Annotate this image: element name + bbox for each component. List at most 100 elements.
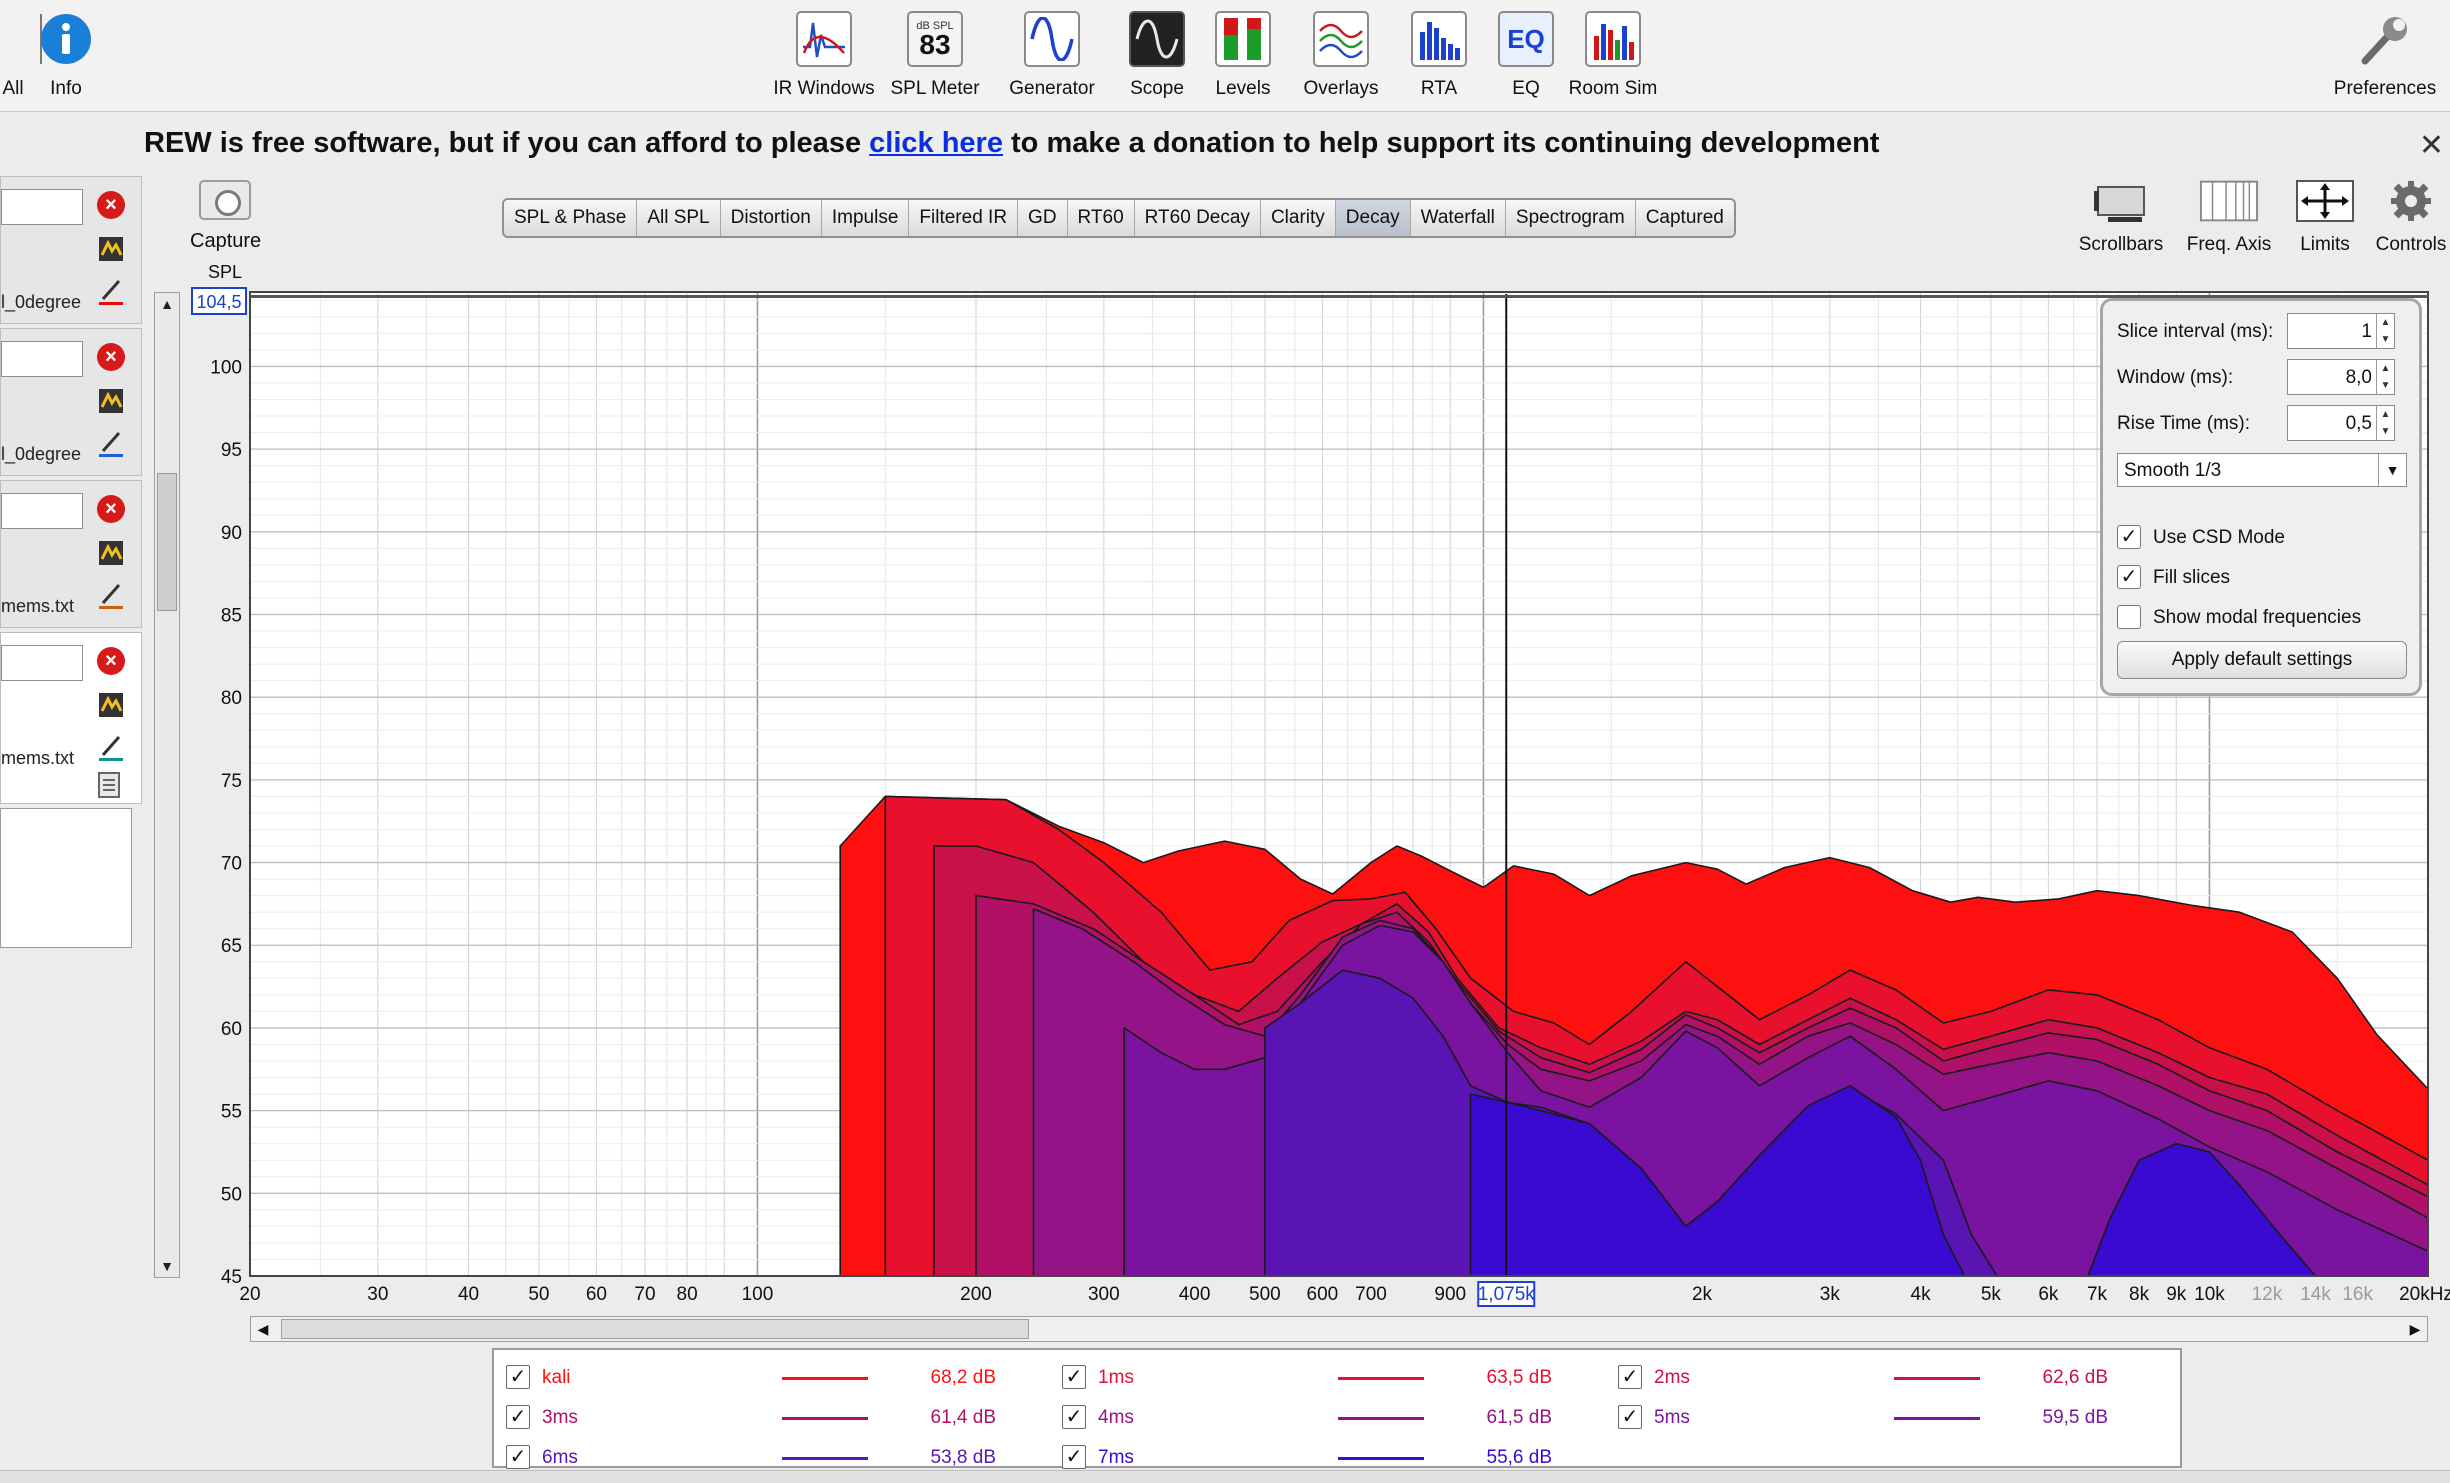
y-tick-label: 80 (221, 688, 242, 709)
x-tick-label: 3k (1820, 1284, 1841, 1305)
fill-slices-checkbox[interactable]: ✓ (2117, 565, 2141, 589)
cursor-frequency-readout: 1,075k (1478, 1284, 1536, 1305)
legend-line-swatch[interactable] (1338, 1416, 1424, 1420)
y-tick-label: 85 (221, 605, 242, 626)
x-tick-label: 40 (458, 1284, 479, 1305)
x-tick-label: 700 (1355, 1284, 1387, 1305)
show-modal-checkbox[interactable] (2117, 605, 2141, 629)
x-tick-label: 20kHz (2399, 1284, 2450, 1305)
legend-value: 63,5 dB (1486, 1366, 1553, 1388)
rise-time-value: 0,5 (2345, 413, 2372, 434)
legend-checkbox[interactable]: ✓ (506, 1404, 530, 1429)
scroll-left-icon[interactable]: ◀ (251, 1317, 275, 1341)
y-tick-label: 55 (221, 1102, 242, 1123)
window-field[interactable]: 8,0 ▲ ▼ (2287, 359, 2395, 395)
y-tick-label: 60 (221, 1019, 242, 1040)
legend-series-name: 7ms (1098, 1447, 1134, 1469)
y-tick-label: 90 (221, 523, 242, 544)
rise-time-label: Rise Time (ms): (2117, 413, 2250, 434)
legend-checkbox[interactable]: ✓ (1062, 1445, 1086, 1470)
status-bar (0, 1470, 2450, 1483)
x-tick-label: 900 (1434, 1284, 1466, 1305)
legend-line-swatch[interactable] (782, 1376, 868, 1380)
x-tick-label: 70 (634, 1284, 655, 1305)
rise-time-field[interactable]: 0,5 ▲ ▼ (2287, 405, 2395, 441)
y-tick-label: 70 (221, 854, 242, 875)
x-tick-label: 12k (2252, 1284, 2283, 1305)
legend-checkbox[interactable]: ✓ (506, 1445, 530, 1470)
x-tick-label: 200 (960, 1284, 992, 1305)
x-tick-label: 20 (239, 1284, 260, 1305)
legend-value: 61,5 dB (1486, 1406, 1553, 1428)
x-tick-label: 7k (2087, 1284, 2108, 1305)
slice-interval-value: 1 (2361, 321, 2372, 342)
legend-series-name: 6ms (542, 1447, 578, 1469)
x-tick-label: 14k (2300, 1284, 2331, 1305)
legend-value: 53,8 dB (930, 1447, 997, 1469)
x-tick-label: 600 (1307, 1284, 1339, 1305)
legend-checkbox[interactable]: ✓ (1618, 1364, 1642, 1389)
legend-line-swatch[interactable] (1338, 1457, 1424, 1461)
smoothing-value: Smooth 1/3 (2124, 460, 2222, 481)
y-tick-label: 65 (221, 936, 242, 957)
legend-checkbox[interactable]: ✓ (1062, 1364, 1086, 1389)
x-tick-label: 400 (1179, 1284, 1211, 1305)
use-csd-checkbox[interactable]: ✓ (2117, 525, 2141, 549)
x-tick-label: 4k (1911, 1284, 1932, 1305)
x-tick-label: 300 (1088, 1284, 1120, 1305)
legend-line-swatch[interactable] (782, 1416, 868, 1420)
legend-checkbox[interactable]: ✓ (506, 1364, 530, 1389)
legend-series-name: 2ms (1654, 1366, 1690, 1388)
x-tick-label: 6k (2038, 1284, 2059, 1305)
slice-interval-label: Slice interval (ms): (2117, 321, 2274, 342)
x-tick-label: 500 (1249, 1284, 1281, 1305)
y-tick-label: 75 (221, 771, 242, 792)
y-tick-label: 100 (210, 357, 242, 378)
legend-series-name: 3ms (542, 1406, 578, 1428)
legend-checkbox[interactable]: ✓ (1618, 1404, 1642, 1429)
slice-interval-spinner-icon[interactable]: ▲ ▼ (2376, 314, 2394, 348)
show-modal-label: Show modal frequencies (2153, 607, 2362, 628)
legend-value: 61,4 dB (930, 1406, 997, 1428)
x-tick-label: 2k (1692, 1284, 1713, 1305)
x-tick-label: 9k (2166, 1284, 2187, 1305)
y-top-readout: 104,5 (196, 292, 241, 312)
legend-series-name: 5ms (1654, 1406, 1690, 1428)
horizontal-scrollbar[interactable]: ◀ ▶ (250, 1316, 2428, 1342)
legend-value: 59,5 dB (2042, 1406, 2109, 1428)
x-tick-label: 30 (367, 1284, 388, 1305)
x-tick-label: 80 (677, 1284, 698, 1305)
legend-checkbox[interactable]: ✓ (1062, 1404, 1086, 1429)
legend-series-name: kali (542, 1366, 571, 1388)
apply-default-settings-button[interactable]: Apply default settings (2117, 641, 2407, 679)
horizontal-scroll-thumb[interactable] (281, 1319, 1029, 1339)
legend-value: 68,2 dB (930, 1366, 997, 1388)
rise-time-spinner-icon[interactable]: ▲ ▼ (2376, 406, 2394, 440)
legend-value: 62,6 dB (2042, 1366, 2109, 1388)
use-csd-label: Use CSD Mode (2153, 527, 2285, 548)
smoothing-select[interactable]: Smooth 1/3 ▼ (2117, 453, 2407, 487)
plot-top-border (250, 295, 2428, 298)
window-spinner-icon[interactable]: ▲ ▼ (2376, 360, 2394, 394)
legend-line-swatch[interactable] (1338, 1376, 1424, 1380)
y-tick-label: 95 (221, 440, 242, 461)
x-tick-label: 100 (742, 1284, 774, 1305)
legend-value: 55,6 dB (1486, 1447, 1553, 1469)
y-tick-label: 50 (221, 1184, 242, 1205)
decay-graph[interactable]: 20 30 40 50 60 70 80 100 200 300 400 500 600 700 900 1,… (0, 0, 2450, 1360)
fill-slices-label: Fill slices (2153, 567, 2231, 588)
x-tick-label: 16k (2342, 1284, 2373, 1305)
x-tick-label: 8k (2129, 1284, 2150, 1305)
legend-series-name: 4ms (1098, 1406, 1134, 1428)
scroll-right-icon[interactable]: ▶ (2403, 1317, 2427, 1341)
x-tick-label: 60 (586, 1284, 607, 1305)
legend-line-swatch[interactable] (1894, 1416, 1980, 1420)
graph-legend: ✓ kali 68,2 dB ✓ 1ms 63,5 dB ✓ 2ms 62,6 dB ✓ 3ms 61… (492, 1348, 2182, 1470)
legend-line-swatch[interactable] (1894, 1376, 1980, 1380)
legend-line-swatch[interactable] (782, 1457, 868, 1461)
window-value: 8,0 (2345, 367, 2372, 388)
y-tick-label: 45 (221, 1267, 242, 1288)
chevron-down-icon[interactable]: ▼ (2378, 454, 2406, 486)
slice-interval-field[interactable]: 1 ▲ ▼ (2287, 313, 2395, 349)
decay-controls-panel: Slice interval (ms): 1 ▲ ▼ Window (ms): 8,… (2100, 298, 2422, 696)
